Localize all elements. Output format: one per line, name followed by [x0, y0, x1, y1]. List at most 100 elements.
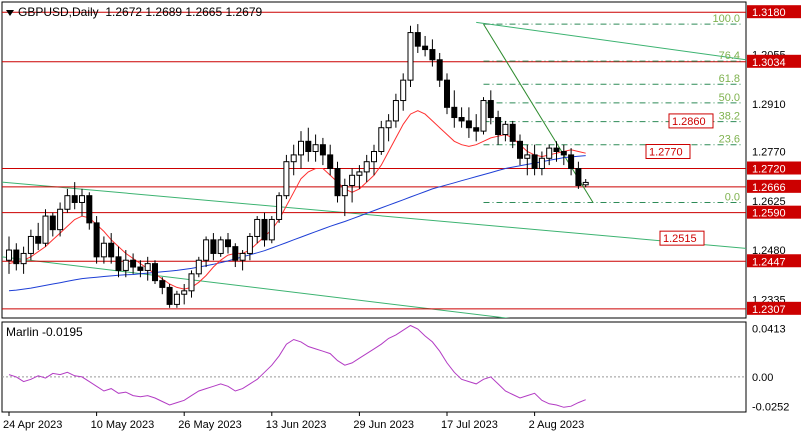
collapse-arrow-icon[interactable] — [6, 9, 14, 16]
candle-body-22 — [166, 286, 173, 305]
price-tag-text-0: 1.2860 — [672, 116, 706, 128]
candle-body-50 — [371, 151, 377, 163]
candle-body-13 — [100, 242, 107, 258]
candle-body-55 — [407, 32, 414, 81]
ohlc-readout: 1.2672 1.2689 1.2665 1.2679 — [105, 5, 263, 19]
price-tick-1: 1.2910 — [752, 99, 786, 111]
candle-body-46 — [341, 184, 348, 197]
candle-body-62 — [458, 117, 465, 122]
x-tick-label-1: 10 May 2023 — [91, 419, 155, 431]
candle-body-51 — [378, 127, 385, 153]
candle-body-42 — [312, 144, 319, 153]
candle-body-52 — [385, 120, 392, 129]
chart-title: GBPUSD,Daily 1.2672 1.2689 1.2665 1.2679 — [6, 5, 262, 19]
x-tick-label-5: 17 Jul 2023 — [441, 419, 498, 431]
candle-body-14 — [108, 242, 115, 258]
candle-body-11 — [86, 195, 93, 224]
candle-body-48 — [356, 171, 363, 176]
trendline-lower-channel — [2, 181, 746, 249]
fib-label-4: 38.2 — [719, 111, 740, 123]
candle-body-47 — [349, 174, 356, 186]
x-tick-label-3: 13 Jun 2023 — [266, 419, 327, 431]
candle-body-40 — [298, 140, 304, 156]
x-tick-label-0: 24 Apr 2023 — [3, 419, 62, 431]
candle-body-24 — [181, 290, 188, 295]
candle-body-10 — [79, 195, 85, 203]
candle-body-29 — [217, 239, 224, 254]
candle-body-45 — [334, 167, 341, 197]
candle-body-70 — [517, 140, 523, 159]
candle-body-26 — [195, 259, 202, 275]
candle-body-6 — [49, 215, 56, 231]
fib-label-5: 23.6 — [719, 134, 740, 146]
candle-body-58 — [429, 49, 436, 61]
level-tag-text-1: 1.3034 — [752, 57, 786, 69]
candle-body-5 — [42, 215, 49, 244]
osc-tick-1: 0.00 — [752, 372, 773, 384]
level-tag-text-4: 1.2590 — [752, 208, 786, 220]
x-tick-label-2: 26 May 2023 — [178, 419, 242, 431]
candle-body-7 — [57, 208, 64, 231]
candle-body-2 — [20, 252, 27, 265]
candle-body-30 — [225, 239, 231, 248]
trendline-upper-channel — [476, 21, 746, 61]
candle-body-15 — [115, 256, 122, 271]
x-tick-label-4: 29 Jun 2023 — [353, 419, 414, 431]
candle-body-35 — [261, 218, 268, 241]
candle-body-59 — [436, 59, 443, 81]
candle-body-74 — [546, 147, 553, 159]
candle-body-49 — [363, 161, 370, 173]
indicator-value: -0.0195 — [42, 325, 83, 339]
candle-body-4 — [35, 235, 42, 244]
level-tag-text-5: 1.2447 — [752, 256, 786, 268]
indicator-title: Marlin -0.0195 — [6, 325, 83, 339]
fib-label-3: 50.0 — [719, 92, 740, 104]
price-tick-2: 1.2770 — [752, 147, 786, 159]
osc-tick-0: 0.0413 — [752, 324, 786, 336]
candle-body-9 — [71, 195, 78, 203]
candle-body-72 — [531, 154, 538, 169]
candle-body-17 — [130, 259, 137, 268]
level-tag-text-0: 1.3180 — [752, 7, 786, 19]
symbol-label: GBPUSD,Daily — [18, 5, 99, 19]
trendline-bottom — [2, 256, 511, 318]
candle-body-36 — [268, 218, 275, 241]
fib-label-2: 61.8 — [719, 73, 740, 85]
fib-label-6: 0.0 — [725, 191, 740, 203]
candle-body-53 — [392, 100, 399, 122]
candle-body-27 — [203, 239, 210, 261]
candle-body-61 — [451, 106, 458, 119]
candle-body-67 — [495, 117, 502, 136]
candle-body-18 — [137, 266, 144, 271]
fib-label-0: 100.0 — [712, 13, 740, 25]
candle-body-57 — [422, 45, 429, 51]
candle-body-3 — [27, 235, 34, 254]
candle-body-8 — [64, 195, 71, 210]
fib-label-1: 76.4 — [719, 50, 740, 62]
candle-body-44 — [327, 154, 334, 169]
marlin-line — [8, 324, 586, 408]
candle-body-38 — [283, 161, 290, 197]
candle-body-60 — [444, 79, 450, 108]
level-tag-text-6: 1.2307 — [752, 304, 786, 316]
candle-body-63 — [465, 120, 472, 129]
candle-body-39 — [290, 154, 297, 163]
level-tag-text-2: 1.2720 — [752, 163, 786, 175]
candle-body-1 — [13, 249, 20, 265]
candle-body-79 — [582, 181, 589, 186]
price-tag-text-2: 1.2515 — [663, 233, 697, 245]
candle-body-73 — [538, 157, 545, 169]
indicator-name: Marlin — [6, 325, 39, 339]
price-tag-text-1: 1.2770 — [649, 147, 683, 159]
candle-body-66 — [487, 100, 494, 119]
candle-body-16 — [122, 259, 129, 271]
osc-tick-2: -0.0252 — [752, 401, 789, 413]
candle-body-33 — [246, 235, 253, 254]
candle-body-64 — [473, 127, 480, 132]
candle-body-41 — [305, 140, 312, 153]
candle-body-25 — [188, 273, 195, 292]
candle-body-34 — [254, 218, 261, 237]
chart-canvas: 100.076.461.850.038.223.60.01.20551.2910… — [1, 1, 801, 431]
candle-body-23 — [173, 293, 180, 305]
candle-body-71 — [524, 154, 531, 159]
